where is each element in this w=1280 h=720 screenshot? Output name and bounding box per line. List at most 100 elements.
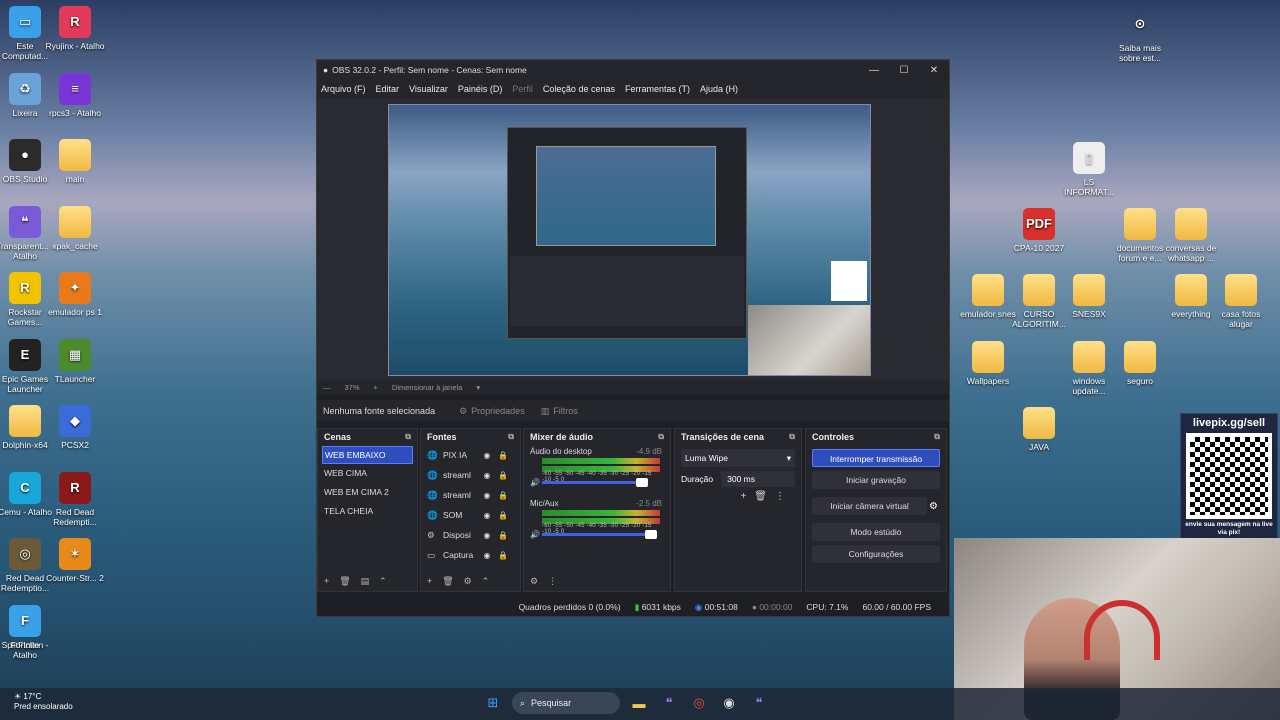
- zoom-in-icon[interactable]: +: [374, 383, 378, 392]
- speaker-icon[interactable]: 🔊: [530, 530, 540, 539]
- desktop-icon[interactable]: PDF CPA-10 2027: [1008, 208, 1070, 253]
- menu-ajuda[interactable]: Ajuda (H): [700, 84, 738, 94]
- desktop-icon-image: ●: [9, 139, 41, 171]
- scenes-toolbar[interactable]: +🗑▤⌃: [324, 576, 397, 587]
- menu-visualizar[interactable]: Visualizar: [409, 84, 448, 94]
- desktop-icon[interactable]: ✦ emulador ps 1: [44, 272, 106, 317]
- eye-icon[interactable]: ◉: [479, 511, 495, 520]
- chat-app-icon[interactable]: ❝: [658, 692, 680, 714]
- eye-icon[interactable]: ◉: [479, 471, 495, 480]
- minimize-button[interactable]: —: [859, 65, 889, 76]
- chat-app-2-icon[interactable]: ❝: [748, 692, 770, 714]
- lock-icon[interactable]: 🔒: [495, 551, 511, 560]
- popout-icon[interactable]: ⧉: [934, 432, 940, 442]
- search-box[interactable]: ⌕ Pesquisar: [512, 692, 620, 714]
- popout-icon[interactable]: ⧉: [658, 432, 664, 442]
- chrome-icon[interactable]: ◎: [688, 692, 710, 714]
- no-source-label: Nenhuma fonte selecionada: [323, 406, 436, 416]
- desktop-icon[interactable]: conversas de whatsapp ...: [1160, 208, 1222, 263]
- duration-input[interactable]: 300 ms: [721, 471, 795, 487]
- chevron-down-icon: ▾: [786, 453, 791, 463]
- menu-colecao-cenas[interactable]: Coleção de cenas: [543, 84, 615, 94]
- source-item[interactable]: 🌐 PIX IA ◉ 🔒: [421, 445, 520, 465]
- menu-ferramentas[interactable]: Ferramentas (T): [625, 84, 690, 94]
- menu-bar: Arquivo (F) Editar Visualizar Painéis (D…: [317, 80, 949, 98]
- desktop-icon[interactable]: ◆ PCSX2: [44, 405, 106, 450]
- popout-icon[interactable]: ⧉: [405, 432, 411, 442]
- close-button[interactable]: ✕: [919, 65, 949, 76]
- desktop-icon[interactable]: ≡ rpcs3 - Atalho: [44, 72, 106, 118]
- weather-widget[interactable]: ☀ 17°C Pred ensolarado: [14, 692, 73, 712]
- windows-start-icon[interactable]: ⊞: [482, 692, 504, 714]
- eye-icon[interactable]: ◉: [479, 491, 495, 500]
- sources-toolbar[interactable]: +🗑⚙⌃: [427, 576, 499, 587]
- settings-button[interactable]: Configurações: [812, 545, 940, 563]
- desktop-icon[interactable]: seguro: [1109, 341, 1171, 386]
- popout-icon[interactable]: ⧉: [508, 432, 514, 442]
- desktop-icon[interactable]: casa fotos alugar: [1210, 274, 1272, 329]
- scene-item[interactable]: WEB CIMA: [322, 465, 413, 483]
- lock-icon[interactable]: 🔒: [495, 511, 511, 520]
- volume-slider[interactable]: [542, 530, 657, 539]
- menu-editar[interactable]: Editar: [376, 84, 400, 94]
- source-item[interactable]: ⚙ Disposi ◉ 🔒: [421, 525, 520, 545]
- scene-item[interactable]: WEB EMBAIXO: [322, 446, 413, 464]
- obs-taskbar-icon[interactable]: ◉: [718, 692, 740, 714]
- desktop-icon[interactable]: ⊙ Saiba mais sobre est...: [1109, 8, 1171, 63]
- menu-paineis[interactable]: Painéis (D): [458, 84, 503, 94]
- volume-slider[interactable]: [542, 478, 649, 487]
- lock-icon[interactable]: 🔒: [495, 531, 511, 540]
- desktop-icon[interactable]: R Red Dead Redempti...: [44, 471, 106, 527]
- source-item[interactable]: 🌐 SOM ◉ 🔒: [421, 505, 520, 525]
- desktop-icon[interactable]: xpak_cache: [44, 205, 106, 251]
- desktop-icon[interactable]: main: [44, 139, 106, 184]
- desktop-icon[interactable]: ✶ Counter-Str... 2: [44, 538, 106, 583]
- source-item[interactable]: 🌐 streaml ◉ 🔒: [421, 485, 520, 505]
- desktop-icon-image: ◎: [9, 538, 41, 570]
- menu-perfil[interactable]: Perfil: [512, 84, 533, 94]
- maximize-button[interactable]: ☐: [889, 65, 919, 76]
- transition-select[interactable]: Luma Wipe ▾: [681, 449, 795, 467]
- cpu-usage: CPU: 7.1%: [806, 602, 849, 612]
- level-meter: [542, 510, 660, 516]
- mixer-toolbar[interactable]: ⚙⋮: [530, 576, 567, 587]
- properties-button[interactable]: ⚙ Propriedades: [459, 406, 525, 417]
- lock-icon[interactable]: 🔒: [495, 491, 511, 500]
- popout-icon[interactable]: ⧉: [789, 432, 795, 442]
- stop-stream-button[interactable]: Interromper transmissão: [812, 449, 940, 467]
- desktop-icon-image: [972, 341, 1004, 373]
- source-item[interactable]: ▭ Captura ◉ 🔒: [421, 545, 520, 565]
- program-preview[interactable]: [388, 104, 871, 376]
- desktop-icon[interactable]: JAVA: [1008, 407, 1070, 452]
- eye-icon[interactable]: ◉: [479, 551, 495, 560]
- preview-area: [317, 98, 949, 380]
- menu-arquivo[interactable]: Arquivo (F): [321, 84, 366, 94]
- eye-icon[interactable]: ◉: [479, 531, 495, 540]
- studio-mode-button[interactable]: Modo estúdio: [812, 523, 940, 541]
- chevron-down-icon[interactable]: ▾: [476, 383, 480, 392]
- source-item[interactable]: 🌐 streaml ◉ 🔒: [421, 465, 520, 485]
- desktop-icon[interactable]: F Fortnite: [0, 604, 56, 650]
- slider-knob[interactable]: [636, 478, 649, 487]
- scene-item[interactable]: TELA CHEIA: [322, 503, 413, 521]
- file-explorer-icon[interactable]: ▬: [628, 692, 650, 714]
- lock-icon[interactable]: 🔒: [495, 451, 511, 460]
- virtual-camera-button[interactable]: Iniciar câmera virtual: [812, 497, 928, 515]
- title-bar[interactable]: ● OBS 32.0.2 - Perfil: Sem nome - Cenas:…: [317, 60, 949, 80]
- desktop-icon[interactable]: ▦ TLauncher: [44, 338, 106, 384]
- scene-item[interactable]: WEB EM CIMA 2: [322, 484, 413, 502]
- eye-icon[interactable]: ◉: [479, 451, 495, 460]
- speaker-icon[interactable]: 🔊: [530, 478, 540, 487]
- gear-icon[interactable]: ⚙: [929, 501, 938, 512]
- desktop-icon[interactable]: R Ryujinx - Atalho: [44, 6, 106, 51]
- desktop-icon[interactable]: Wallpapers: [957, 341, 1019, 386]
- transition-toolbar[interactable]: +🗑⋮: [675, 491, 801, 502]
- zoom-out-icon[interactable]: —: [323, 383, 331, 392]
- filters-button[interactable]: ▥ Filtros: [541, 406, 578, 417]
- lock-icon[interactable]: 🔒: [495, 471, 511, 480]
- slider-knob[interactable]: [644, 530, 657, 539]
- resize-label[interactable]: Dimensionar à janela: [392, 383, 462, 392]
- desktop-icon[interactable]: ▯ LS INFORMAT...: [1058, 142, 1120, 197]
- start-recording-button[interactable]: Iniciar gravação: [812, 471, 940, 489]
- desktop-icon[interactable]: SNES9X: [1058, 274, 1120, 319]
